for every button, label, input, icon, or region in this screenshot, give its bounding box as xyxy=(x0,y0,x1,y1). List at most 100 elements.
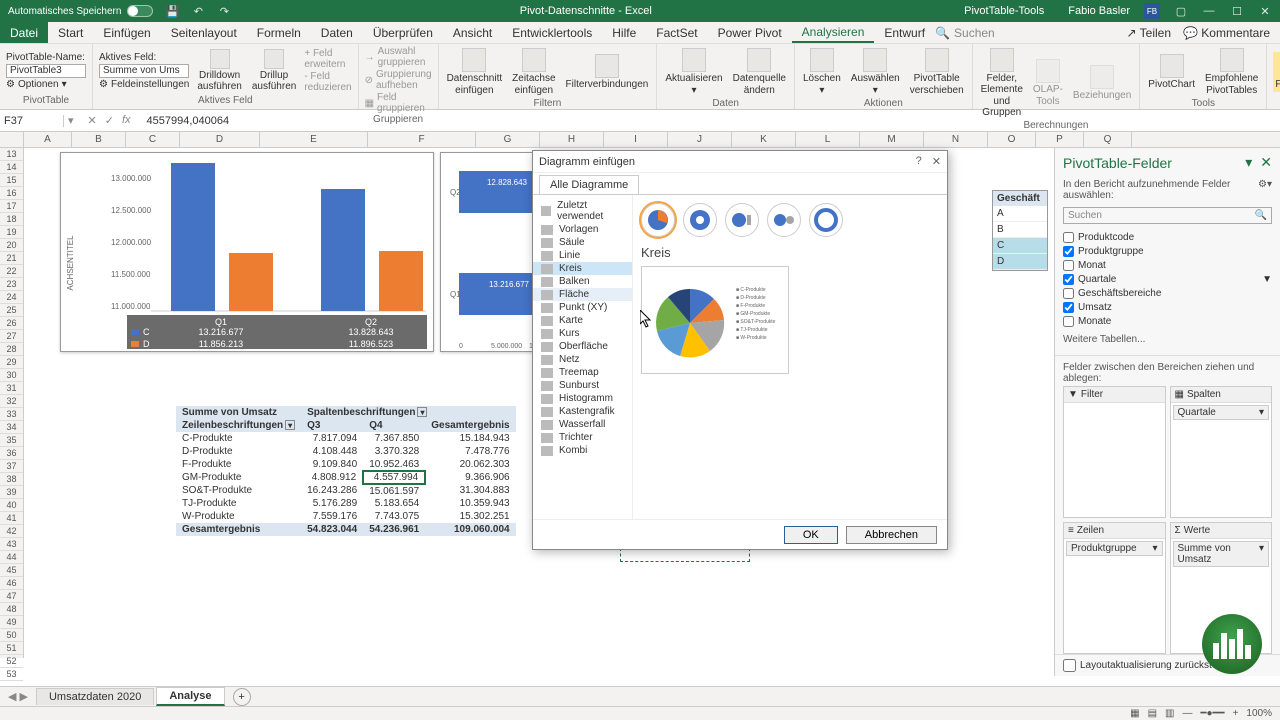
pie-subtype-4[interactable] xyxy=(767,203,801,237)
row-header-15[interactable]: 15 xyxy=(0,174,23,187)
row-header-47[interactable]: 47 xyxy=(0,590,23,603)
row-header-52[interactable]: 52 xyxy=(0,655,23,668)
col-header-a[interactable]: A xyxy=(24,132,72,147)
dialog-ok-button[interactable]: OK xyxy=(784,526,838,544)
defer-layout-checkbox[interactable] xyxy=(1063,659,1076,672)
tab-factset[interactable]: FactSet xyxy=(646,22,707,43)
save-icon[interactable]: 💾 xyxy=(165,4,179,18)
col-header-i[interactable]: I xyxy=(604,132,668,147)
clear-button[interactable]: Löschen▾ xyxy=(801,46,843,98)
minimize-icon[interactable]: — xyxy=(1202,4,1216,18)
col-header-p[interactable]: P xyxy=(1036,132,1084,147)
ribbon-mode-icon[interactable]: ▢ xyxy=(1174,4,1188,18)
charttype-radar[interactable]: Netz xyxy=(533,353,632,366)
row-header-53[interactable]: 53 xyxy=(0,668,23,681)
tab-formulas[interactable]: Formeln xyxy=(247,22,311,43)
slicer-item-d[interactable]: D xyxy=(993,254,1047,270)
row-header-16[interactable]: 16 xyxy=(0,187,23,200)
charttype-combo[interactable]: Kombi xyxy=(533,444,632,457)
row-header-30[interactable]: 30 xyxy=(0,369,23,382)
col-item-quartale[interactable]: Quartale▾ xyxy=(1173,405,1270,420)
rows-area[interactable]: ≡ ZeilenProduktgruppe▾ xyxy=(1063,522,1166,654)
col-header-d[interactable]: D xyxy=(180,132,260,147)
sheet-tab-data[interactable]: Umsatzdaten 2020 xyxy=(36,688,154,705)
move-button[interactable]: PivotTableverschieben xyxy=(908,46,966,98)
charttype-scatter[interactable]: Punkt (XY) xyxy=(533,301,632,314)
row-header-22[interactable]: 22 xyxy=(0,265,23,278)
row-filter-dropdown[interactable]: ▾ xyxy=(285,420,295,430)
view-normal-icon[interactable]: ▦ xyxy=(1130,708,1139,719)
col-header-k[interactable]: K xyxy=(732,132,796,147)
row-header-26[interactable]: 26 xyxy=(0,317,23,330)
select-all-corner[interactable] xyxy=(0,132,24,147)
row-header-51[interactable]: 51 xyxy=(0,642,23,655)
fieldlist-gear-icon[interactable]: ⚙▾ xyxy=(1258,179,1272,201)
row-header-37[interactable]: 37 xyxy=(0,460,23,473)
charttype-waterfall[interactable]: Wasserfall xyxy=(533,418,632,431)
pivot-table[interactable]: Summe von UmsatzSpaltenbeschriftungen▾ Z… xyxy=(176,406,516,536)
slicer-item-b[interactable]: B xyxy=(993,222,1047,238)
drilldown-button[interactable]: Drilldown ausführen xyxy=(195,47,243,94)
dialog-close-icon[interactable]: ✕ xyxy=(932,155,941,168)
row-header-31[interactable]: 31 xyxy=(0,382,23,395)
autosave-toggle[interactable]: Automatisches Speichern xyxy=(8,5,153,17)
row-header-17[interactable]: 17 xyxy=(0,200,23,213)
col-header-h[interactable]: H xyxy=(540,132,604,147)
tab-pagelayout[interactable]: Seitenlayout xyxy=(161,22,247,43)
row-header-39[interactable]: 39 xyxy=(0,486,23,499)
field-settings[interactable]: ⚙ Feldeinstellungen xyxy=(99,79,189,90)
row-header-20[interactable]: 20 xyxy=(0,239,23,252)
col-header-l[interactable]: L xyxy=(796,132,860,147)
charttype-templates[interactable]: Vorlagen xyxy=(533,223,632,236)
row-header-50[interactable]: 50 xyxy=(0,629,23,642)
field-umsatz[interactable] xyxy=(1063,302,1074,313)
more-tables-link[interactable]: Weitere Tabellen... xyxy=(1055,330,1280,349)
dialog-tab-all[interactable]: Alle Diagramme xyxy=(539,175,639,194)
row-header-49[interactable]: 49 xyxy=(0,616,23,629)
maximize-icon[interactable]: ☐ xyxy=(1230,4,1244,18)
filter-connections-button[interactable]: Filterverbindungen xyxy=(564,52,651,92)
redo-icon[interactable]: ↷ xyxy=(217,4,231,18)
fieldlist-search[interactable]: Suchen🔍 xyxy=(1063,207,1272,224)
add-sheet-button[interactable]: + xyxy=(233,688,251,706)
pivottable-options[interactable]: ⚙ Optionen ▾ xyxy=(6,79,86,90)
close-icon[interactable]: ✕ xyxy=(1258,4,1272,18)
row-header-42[interactable]: 42 xyxy=(0,525,23,538)
user-name[interactable]: Fabio Basler xyxy=(1068,5,1130,17)
fieldlist-move-icon[interactable]: ▾ xyxy=(1245,154,1252,171)
tab-insert[interactable]: Einfügen xyxy=(93,22,160,43)
col-header-b[interactable]: B xyxy=(72,132,126,147)
fieldlist-button[interactable]: Feldliste xyxy=(1273,52,1280,92)
comments-button[interactable]: 💬 Kommentare xyxy=(1183,26,1270,40)
sheet-nav[interactable]: ◀ ▶ xyxy=(0,690,36,703)
change-source-button[interactable]: Datenquelleändern xyxy=(731,46,788,98)
tab-help[interactable]: Hilfe xyxy=(602,22,646,43)
row-header-48[interactable]: 48 xyxy=(0,603,23,616)
charttype-column[interactable]: Säule xyxy=(533,236,632,249)
col-header-n[interactable]: N xyxy=(924,132,988,147)
embedded-bar-chart[interactable]: ACHSENTITEL 13.000.000 12.500.000 12.000… xyxy=(60,152,434,352)
formula-input[interactable]: 4557994,040064 xyxy=(141,115,1280,127)
charttype-sunburst[interactable]: Sunburst xyxy=(533,379,632,392)
field-monate[interactable] xyxy=(1063,316,1074,327)
enter-formula-icon[interactable]: ✓ xyxy=(105,114,114,127)
row-header-36[interactable]: 36 xyxy=(0,447,23,460)
pivottable-name-input[interactable]: PivotTable3 xyxy=(6,64,86,78)
field-produktcode[interactable] xyxy=(1063,232,1074,243)
col-header-o[interactable]: O xyxy=(988,132,1036,147)
row-header-14[interactable]: 14 xyxy=(0,161,23,174)
zoom-level[interactable]: 100% xyxy=(1246,708,1272,719)
row-header-38[interactable]: 38 xyxy=(0,473,23,486)
col-header-e[interactable]: E xyxy=(260,132,368,147)
refresh-button[interactable]: Aktualisieren▾ xyxy=(663,46,724,98)
view-layout-icon[interactable]: ▤ xyxy=(1148,708,1157,719)
dialog-cancel-button[interactable]: Abbrechen xyxy=(846,526,937,544)
col-header-q[interactable]: Q xyxy=(1084,132,1132,147)
filter-icon[interactable]: ▼ xyxy=(1262,274,1272,285)
filter-area[interactable]: ▼ Filter xyxy=(1063,386,1166,518)
pivot-field-list[interactable]: PivotTable-Felder▾✕ In den Bericht aufzu… xyxy=(1054,148,1280,676)
row-header-41[interactable]: 41 xyxy=(0,512,23,525)
tab-start[interactable]: Start xyxy=(48,22,93,43)
row-header-29[interactable]: 29 xyxy=(0,356,23,369)
user-avatar[interactable]: FB xyxy=(1144,3,1160,19)
